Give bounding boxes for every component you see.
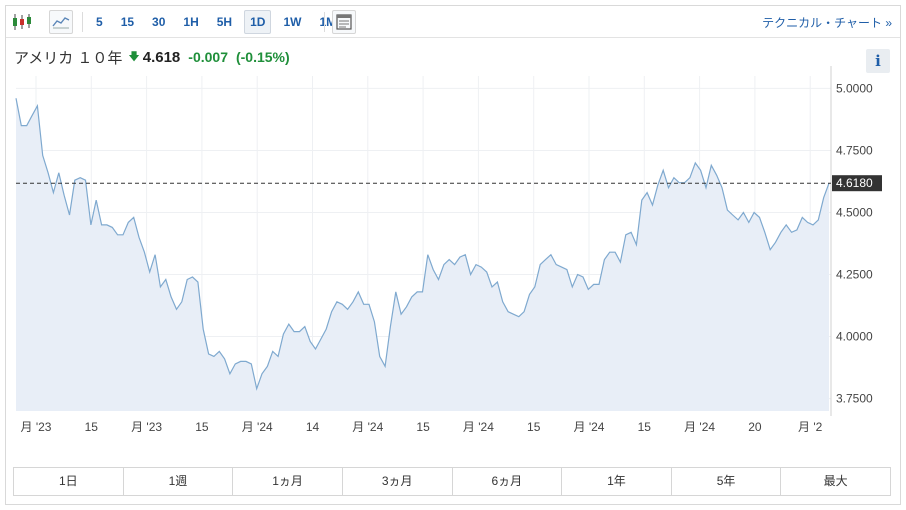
price-chart: Investing.com5.00004.75004.50004.25004.0… <box>15 66 882 434</box>
range-1y[interactable]: 1年 <box>562 468 672 495</box>
range-1m[interactable]: 1ヵ月 <box>233 468 343 495</box>
x-tick-label: 15 <box>638 420 652 434</box>
y-tick-label: 4.5000 <box>836 205 873 219</box>
x-tick-label: 15 <box>416 420 430 434</box>
x-tick-label: 月 '24 <box>242 420 273 434</box>
x-tick-label: 月 '23 <box>21 420 52 434</box>
range-selector: 1日 1週 1ヵ月 3ヵ月 6ヵ月 1年 5年 最大 <box>13 467 891 496</box>
range-3m[interactable]: 3ヵ月 <box>343 468 453 495</box>
x-tick-label: 月 '24 <box>574 420 605 434</box>
range-5y[interactable]: 5年 <box>672 468 782 495</box>
chart-widget: 5 15 30 1H 5H 1D 1W 1M テクニカル・チャート » アメリカ… <box>5 5 901 505</box>
y-tick-label: 3.7500 <box>836 392 873 406</box>
y-tick-label: 5.0000 <box>836 81 873 95</box>
x-tick-label: 14 <box>306 420 320 434</box>
range-6m[interactable]: 6ヵ月 <box>453 468 563 495</box>
x-tick-label: 月 '2 <box>798 420 823 434</box>
y-tick-label: 4.0000 <box>836 330 873 344</box>
y-tick-label: 4.7500 <box>836 143 873 157</box>
range-1d[interactable]: 1日 <box>14 468 124 495</box>
x-tick-label: 15 <box>527 420 541 434</box>
range-1w[interactable]: 1週 <box>124 468 234 495</box>
series-area-fill <box>16 98 829 412</box>
x-tick-label: 15 <box>85 420 99 434</box>
x-tick-label: 20 <box>748 420 762 434</box>
x-tick-label: 月 '24 <box>684 420 715 434</box>
range-max[interactable]: 最大 <box>781 468 890 495</box>
last-price-tag-label: 4.6180 <box>836 176 873 190</box>
x-tick-label: 月 '24 <box>352 420 383 434</box>
x-tick-label: 月 '23 <box>131 420 162 434</box>
y-tick-label: 4.2500 <box>836 268 873 282</box>
x-tick-label: 月 '24 <box>463 420 494 434</box>
x-tick-label: 15 <box>195 420 209 434</box>
